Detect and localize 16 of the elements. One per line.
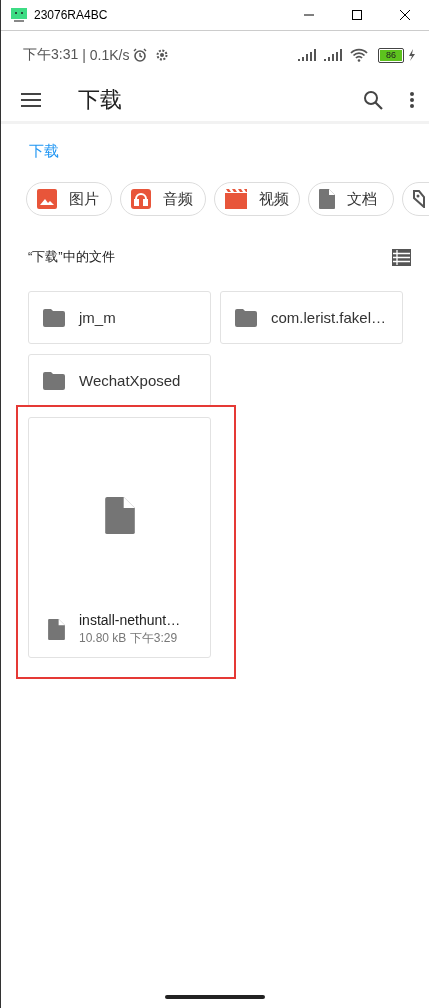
window-title: 23076RA4BC xyxy=(34,8,109,22)
filter-chip[interactable]: 音频 xyxy=(120,182,206,216)
file-name: install-nethunt… xyxy=(79,612,181,628)
filter-chip[interactable]: 视频 xyxy=(214,182,300,216)
section-title: “下载”中的文件 xyxy=(28,248,116,266)
folder-item[interactable]: jm_m xyxy=(28,291,211,344)
app-title: 下载 xyxy=(78,86,123,114)
folder-item[interactable]: com.lerist.fakel… xyxy=(220,291,403,344)
network-speed: | 0.1K/s xyxy=(82,47,130,63)
file-card[interactable]: install-nethunt… 10.80 kB 下午3:29 xyxy=(28,417,211,658)
file-details: 10.80 kB 下午3:29 xyxy=(79,630,178,647)
folder-item[interactable]: WechatXposed xyxy=(28,354,211,407)
status-time: 下午3:31 xyxy=(23,46,79,64)
filter-chip[interactable]: 文档 xyxy=(308,182,394,216)
battery-indicator: 86 xyxy=(378,47,404,63)
filter-chip[interactable]: 图片 xyxy=(26,182,112,216)
